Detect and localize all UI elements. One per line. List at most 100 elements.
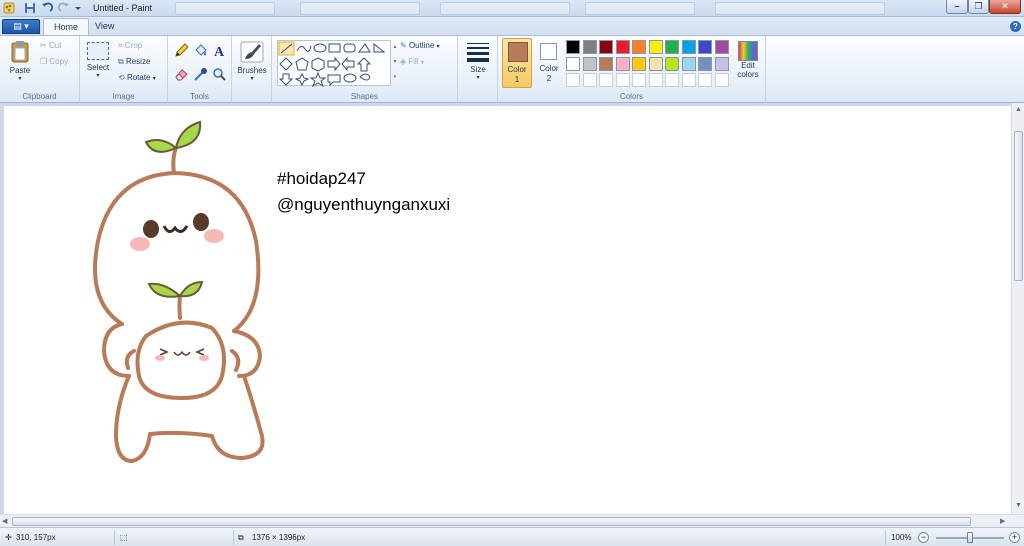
- palette-color-swatch[interactable]: [615, 40, 630, 54]
- palette-color-swatch[interactable]: [582, 56, 597, 71]
- outline-button[interactable]: ✎ Outline ▾: [400, 41, 440, 50]
- palette-custom-color-slot[interactable]: [698, 73, 712, 87]
- scroll-right-arrow-icon[interactable]: ▶: [1000, 517, 1005, 525]
- shapes-group-label: Shapes: [350, 92, 379, 101]
- palette-color-swatch[interactable]: [648, 56, 663, 71]
- palette-color-swatch[interactable]: [681, 40, 696, 54]
- drawing-canvas[interactable]: #hoidap247 @nguyenthuynganxuxi: [4, 106, 1011, 514]
- horizontal-scroll-thumb[interactable]: [12, 517, 971, 526]
- palette-color-swatch[interactable]: [648, 40, 663, 54]
- background-window-strip: [440, 2, 570, 15]
- image-group: Select ▾ ⌗ Crop ⧉ Resize ⟲ Rotate ▾ Imag…: [80, 36, 168, 103]
- palette-color-swatch[interactable]: [632, 40, 646, 54]
- palette-custom-color-slot[interactable]: [648, 73, 663, 87]
- color-picker-icon[interactable]: [193, 67, 208, 82]
- tools-group-label: Tools: [190, 92, 209, 101]
- scissors-icon: ✂: [40, 41, 47, 51]
- brushes-button[interactable]: Brushes ▾: [235, 40, 269, 82]
- palette-color-swatch[interactable]: [665, 40, 679, 54]
- vertical-scroll-thumb[interactable]: [1014, 131, 1023, 281]
- palette-color-swatch[interactable]: [698, 56, 712, 71]
- scroll-left-arrow-icon[interactable]: ◀: [2, 517, 7, 525]
- palette-color-swatch[interactable]: [582, 40, 597, 54]
- rotate-button[interactable]: ⟲ Rotate ▾: [118, 73, 156, 82]
- crop-button[interactable]: ⌗ Crop: [118, 41, 142, 51]
- palette-color-swatch[interactable]: [599, 56, 613, 71]
- zoom-in-button[interactable]: +: [1009, 532, 1020, 543]
- zoom-slider-thumb[interactable]: [967, 532, 973, 543]
- rotate-dropdown-icon: ▾: [152, 76, 156, 82]
- palette-custom-color-slot[interactable]: [681, 73, 696, 87]
- status-separator: [114, 530, 115, 545]
- palette-color-swatch[interactable]: [566, 40, 580, 54]
- paste-button[interactable]: Paste ▾: [6, 40, 34, 82]
- brushes-label: Brushes: [237, 66, 267, 75]
- shapes-gallery[interactable]: [277, 40, 391, 88]
- shapes-scroll[interactable]: ▲ ▼ ▾: [392, 40, 398, 86]
- selection-size-icon: ⬚: [120, 533, 128, 542]
- quick-access-dropdown-icon[interactable]: [74, 4, 82, 12]
- ribbon-tab-row: ▤ ▾ Home View ?: [0, 17, 1024, 35]
- palette-custom-color-slot[interactable]: [615, 73, 630, 87]
- zoom-out-button[interactable]: −: [918, 532, 929, 543]
- palette-custom-color-slot[interactable]: [632, 73, 646, 87]
- palette-color-swatch[interactable]: [714, 40, 729, 54]
- resize-button[interactable]: ⧉ Resize: [118, 57, 150, 67]
- size-group: Size ▾: [458, 36, 498, 103]
- paint-app-icon[interactable]: [3, 2, 15, 14]
- palette-custom-color-slot[interactable]: [582, 73, 597, 87]
- cut-button[interactable]: ✂ Cut: [40, 41, 61, 50]
- copy-button[interactable]: ❐ Copy: [40, 57, 68, 66]
- crop-icon: ⌗: [118, 41, 123, 50]
- scroll-up-arrow-icon[interactable]: ▲: [1015, 106, 1022, 113]
- redo-icon[interactable]: [58, 2, 70, 14]
- palette-color-swatch[interactable]: [698, 40, 712, 54]
- palette-custom-color-slot[interactable]: [665, 73, 679, 87]
- tab-home[interactable]: Home: [43, 18, 90, 35]
- text-tool-icon[interactable]: A: [212, 43, 227, 58]
- palette-color-swatch[interactable]: [566, 56, 580, 71]
- palette-color-swatch[interactable]: [714, 56, 729, 71]
- tools-group: A Tools: [168, 36, 232, 103]
- file-menu-button[interactable]: ▤ ▾: [2, 19, 40, 34]
- select-button[interactable]: Select ▾: [85, 42, 111, 79]
- save-icon[interactable]: [24, 2, 36, 14]
- minimize-button[interactable]: –: [946, 0, 968, 14]
- outline-brush-icon: ✎: [400, 41, 407, 51]
- palette-color-swatch[interactable]: [615, 56, 630, 71]
- close-button[interactable]: ✕: [989, 0, 1021, 14]
- background-window-strip: [715, 2, 885, 15]
- palette-color-swatch[interactable]: [665, 56, 679, 71]
- title-bar: Untitled - Paint – ❐ ✕: [0, 0, 1024, 17]
- fill-bucket-icon[interactable]: [193, 43, 208, 58]
- palette-custom-color-slot[interactable]: [714, 73, 729, 87]
- horizontal-scrollbar[interactable]: ◀ ▶: [0, 514, 1024, 527]
- color2-button[interactable]: Color 2: [535, 38, 563, 88]
- pencil-icon[interactable]: [174, 43, 189, 58]
- palette-color-swatch[interactable]: [599, 40, 613, 54]
- cursor-position-text: 310, 157px: [16, 533, 56, 542]
- vertical-scrollbar[interactable]: ▲ ▼: [1011, 103, 1024, 514]
- color1-button[interactable]: Color 1: [502, 38, 532, 88]
- colors-group: Color 1 Color 2 Edit colors Colors: [498, 36, 766, 103]
- palette-color-swatch[interactable]: [681, 56, 696, 71]
- palette-custom-color-slot[interactable]: [599, 73, 613, 87]
- scroll-down-arrow-icon[interactable]: ▼: [1015, 502, 1022, 509]
- shapes-group: ▲ ▼ ▾ ✎ Outline ▾ ◈ Fill ▾ Shapes: [272, 36, 458, 103]
- palette-custom-color-slot[interactable]: [566, 73, 580, 87]
- maximize-button[interactable]: ❐: [968, 0, 989, 14]
- undo-icon[interactable]: [41, 2, 53, 14]
- size-button[interactable]: Size ▾: [462, 41, 494, 81]
- help-icon[interactable]: ?: [1010, 21, 1021, 32]
- color-palette: [566, 40, 732, 90]
- magnifier-icon[interactable]: [212, 67, 227, 82]
- image-size-text: 1376 × 1396px: [252, 533, 306, 542]
- svg-text:A: A: [214, 45, 225, 58]
- brushes-group: Brushes ▾: [232, 36, 272, 103]
- palette-color-swatch[interactable]: [632, 56, 646, 71]
- eraser-icon[interactable]: [174, 67, 189, 82]
- color1-swatch: [508, 42, 528, 62]
- fill-button[interactable]: ◈ Fill ▾: [400, 57, 424, 66]
- tab-view[interactable]: View: [85, 18, 124, 35]
- edit-colors-button[interactable]: Edit colors: [732, 41, 764, 79]
